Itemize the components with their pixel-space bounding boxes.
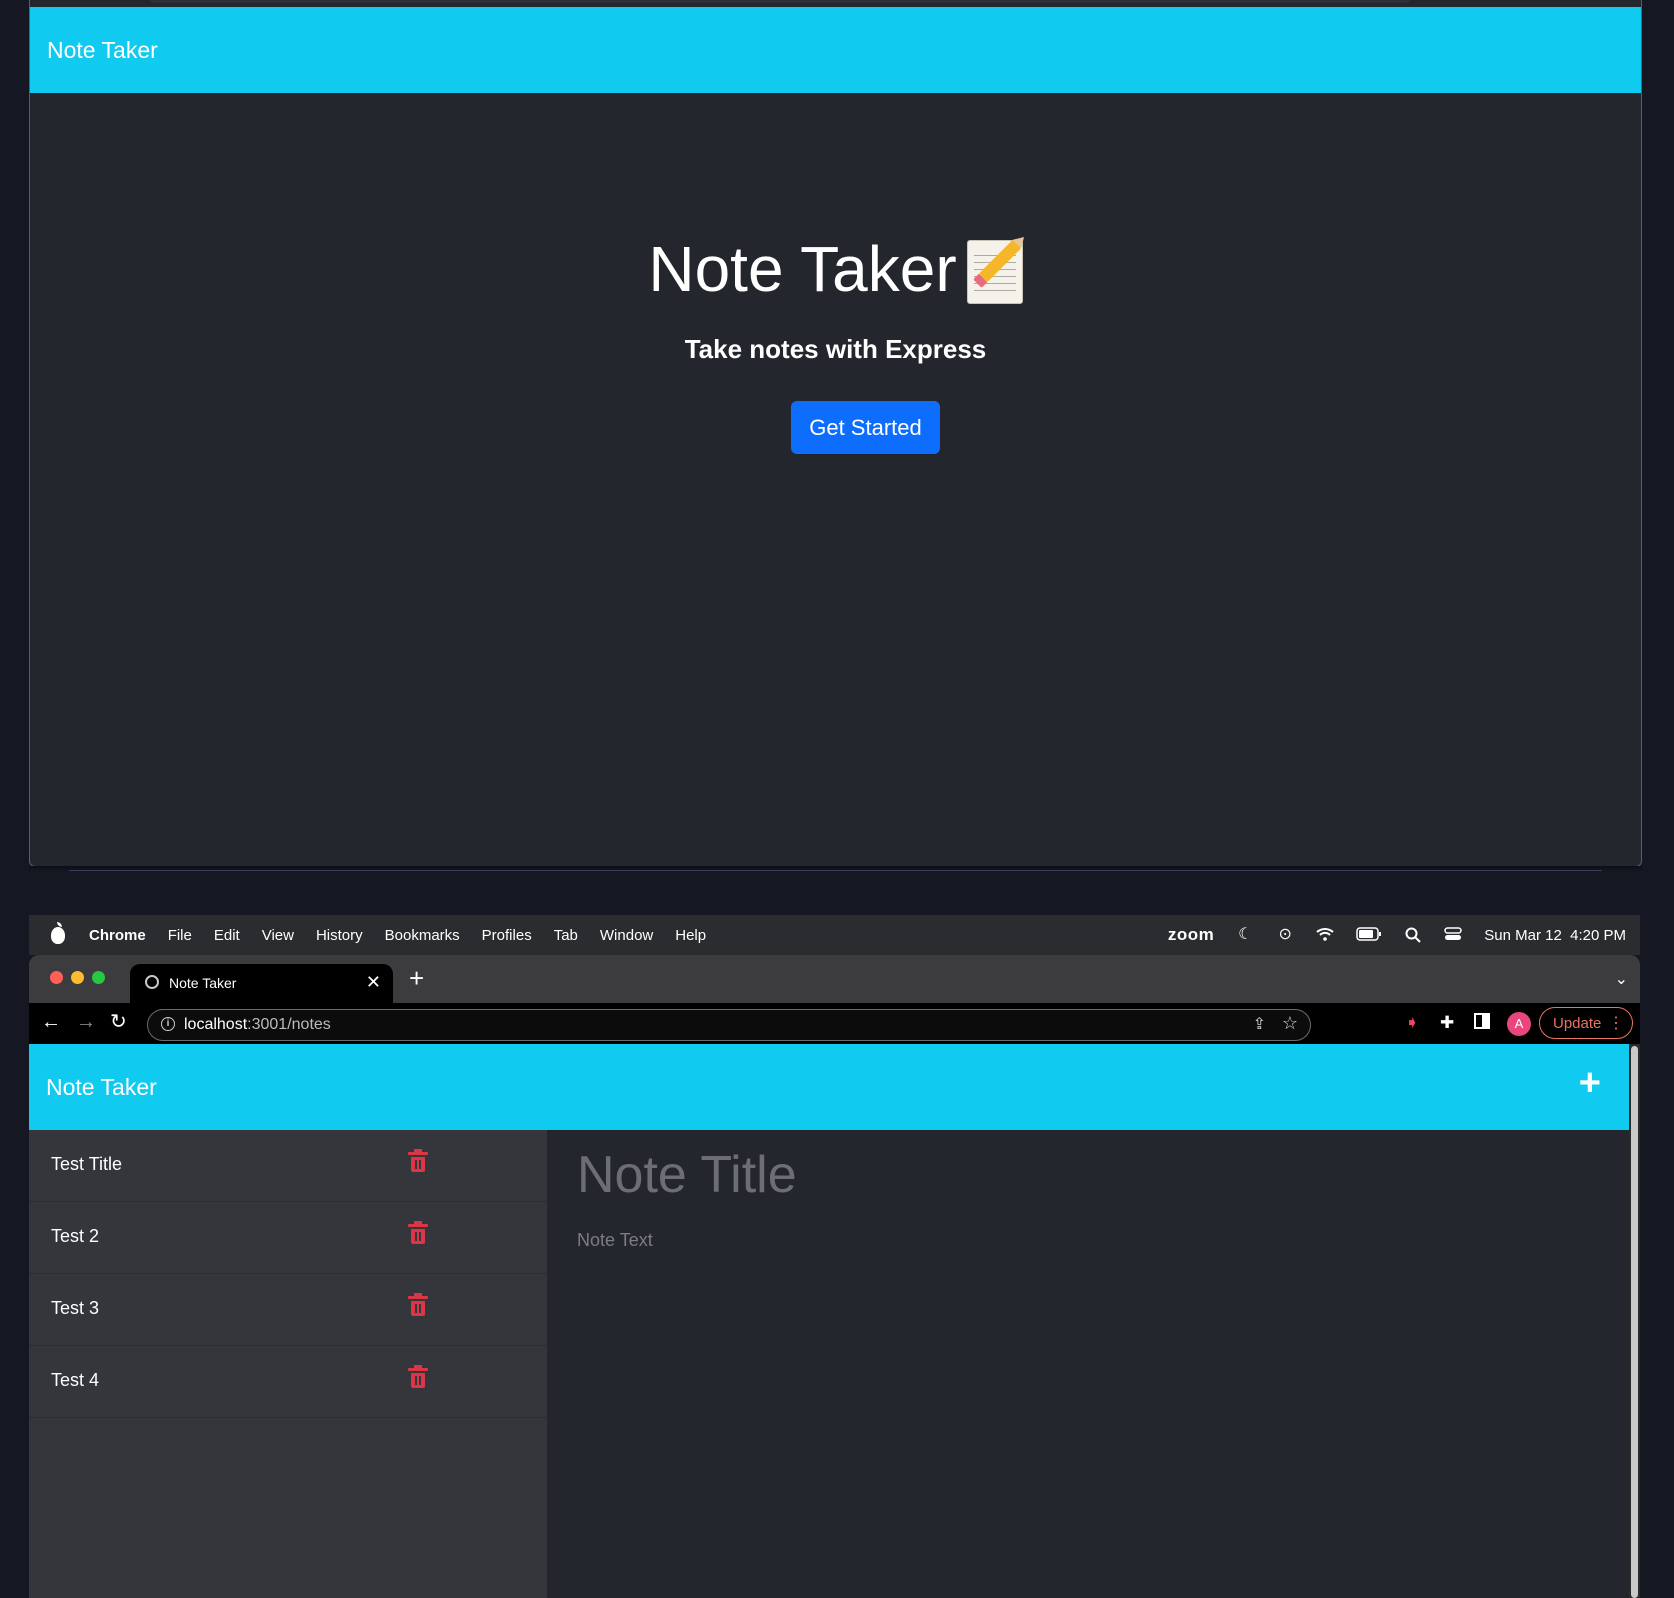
menu-window[interactable]: Window [600, 927, 653, 944]
tab-strip: Note Taker ✕ + ⌄ [29, 955, 1640, 1003]
wifi-icon[interactable] [1316, 927, 1334, 943]
hero-title-row: Note Taker [30, 232, 1641, 306]
trash-icon[interactable] [408, 1293, 428, 1316]
site-info-icon[interactable]: i [161, 1017, 175, 1031]
notes-list: Test Title Test 2 Test 3 Test 4 [29, 1130, 547, 1598]
page-scrollbar[interactable] [1629, 1044, 1640, 1598]
memo-icon [966, 239, 1023, 304]
menubar-clock[interactable]: Sun Mar 12 4:20 PM [1484, 927, 1626, 944]
note-title[interactable]: Test 3 [51, 1298, 99, 1319]
update-label: Update [1553, 1015, 1602, 1032]
zoom-status-item[interactable]: zoom [1168, 925, 1214, 945]
spotlight-search-icon[interactable] [1404, 927, 1422, 943]
tab-title: Note Taker [169, 975, 237, 991]
list-item[interactable]: Test 3 [29, 1274, 547, 1346]
chrome-window: Note Taker ✕ + ⌄ ← → ↻ i localhost:3001/… [29, 955, 1640, 1598]
bookmark-star-icon[interactable]: ☆ [1282, 1013, 1298, 1034]
menu-profiles[interactable]: Profiles [482, 927, 532, 944]
note-title[interactable]: Test Title [51, 1154, 122, 1175]
url-path: :3001/notes [247, 1016, 331, 1033]
puzzle-extensions-icon[interactable]: ✚ [1440, 1013, 1454, 1033]
globe-icon [145, 975, 159, 989]
plus-icon[interactable]: + [1579, 1064, 1601, 1102]
extension-icon[interactable]: ➧ [1405, 1013, 1419, 1033]
browser-toolbar: ← → ↻ i localhost:3001/notes ⇪ ☆ ➧ ✚ A U… [29, 1003, 1640, 1044]
battery-icon[interactable] [1356, 927, 1382, 943]
macos-menubar: Chrome File Edit View History Bookmarks … [29, 915, 1640, 955]
get-started-button[interactable]: Get Started [791, 401, 940, 454]
navbar-brand[interactable]: Note Taker [47, 37, 158, 64]
note-title[interactable]: Test 2 [51, 1226, 99, 1247]
update-button[interactable]: Update ⋮ [1539, 1007, 1633, 1039]
forward-arrow-icon[interactable]: → [76, 1012, 96, 1032]
landing-navbar: Note Taker [30, 7, 1641, 93]
back-arrow-icon[interactable]: ← [41, 1012, 61, 1032]
minimize-window-button[interactable] [71, 971, 84, 984]
app-navbar: Note Taker + [29, 1044, 1629, 1130]
close-tab-icon[interactable]: ✕ [366, 972, 381, 993]
list-item[interactable]: Test 4 [29, 1346, 547, 1418]
apple-icon[interactable] [51, 921, 65, 944]
close-window-button[interactable] [50, 971, 63, 984]
menu-view[interactable]: View [262, 927, 294, 944]
note-title-input[interactable] [575, 1144, 1579, 1206]
landing-page-window: Note Taker Note Taker Take notes with Ex… [29, 0, 1642, 867]
menu-edit[interactable]: Edit [214, 927, 240, 944]
list-item[interactable]: Test Title [29, 1130, 547, 1202]
menubar-app-name[interactable]: Chrome [89, 927, 146, 944]
trash-icon[interactable] [408, 1221, 428, 1244]
navbar-brand[interactable]: Note Taker [46, 1074, 157, 1101]
trash-icon[interactable] [408, 1365, 428, 1388]
url-host: localhost [184, 1016, 248, 1033]
menu-help[interactable]: Help [675, 927, 706, 944]
kebab-menu-icon[interactable]: ⋮ [1608, 1013, 1624, 1033]
menu-tab[interactable]: Tab [554, 927, 578, 944]
note-text-input[interactable] [575, 1228, 1579, 1532]
list-item[interactable]: Test 2 [29, 1202, 547, 1274]
share-icon[interactable]: ⇪ [1253, 1014, 1266, 1034]
hero-subtitle: Take notes with Express [684, 334, 987, 364]
hero-title: Note Taker [648, 233, 957, 305]
maximize-window-button[interactable] [92, 971, 105, 984]
note-title[interactable]: Test 4 [51, 1370, 99, 1391]
menu-file[interactable]: File [168, 927, 192, 944]
note-taker-app: Note Taker + Test Title Test 2 Test 3 Te… [29, 1044, 1629, 1598]
previous-window-edge [150, 0, 1410, 3]
new-tab-button[interactable]: + [409, 963, 424, 994]
browser-tab[interactable]: Note Taker ✕ [130, 964, 393, 1003]
reload-icon[interactable]: ↻ [110, 1012, 127, 1032]
control-center-icon[interactable] [1444, 927, 1462, 943]
trash-icon[interactable] [408, 1149, 428, 1172]
chevron-down-icon[interactable]: ⌄ [1615, 969, 1628, 989]
menu-history[interactable]: History [316, 927, 363, 944]
menu-bookmarks[interactable]: Bookmarks [385, 927, 460, 944]
address-bar[interactable]: i localhost:3001/notes ⇪ ☆ [147, 1009, 1311, 1041]
window-separator [29, 866, 1642, 872]
side-panel-icon[interactable] [1474, 1013, 1490, 1034]
profile-avatar[interactable]: A [1507, 1012, 1531, 1036]
moon-icon[interactable]: ☾ [1236, 927, 1254, 943]
play-circle-icon[interactable]: ⊙ [1276, 927, 1294, 943]
scrollbar-thumb[interactable] [1631, 1046, 1638, 1598]
url-text[interactable]: localhost:3001/notes [184, 1016, 331, 1034]
note-editor [547, 1130, 1629, 1598]
